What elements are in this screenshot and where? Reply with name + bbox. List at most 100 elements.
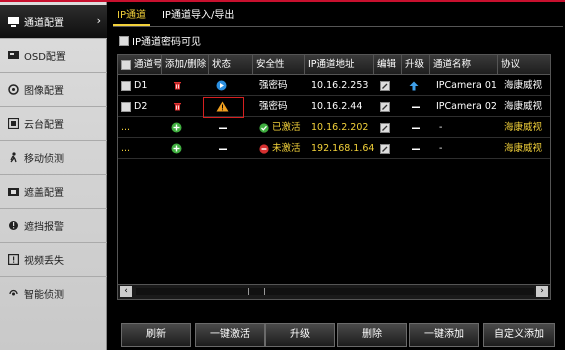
channel-name: IPCamera 02 bbox=[436, 101, 497, 112]
channel-name: - bbox=[439, 143, 443, 154]
header-protocol[interactable]: 协议 bbox=[498, 55, 550, 74]
channel-name: - bbox=[439, 122, 443, 133]
header-ip-address[interactable]: IP通道地址 bbox=[305, 55, 374, 74]
header-upgrade[interactable]: 升级 bbox=[402, 55, 430, 74]
header-add-delete[interactable]: 添加/删除 bbox=[162, 55, 209, 74]
add-icon[interactable] bbox=[171, 122, 182, 133]
dash-icon bbox=[412, 106, 420, 108]
row-checkbox[interactable] bbox=[121, 80, 131, 91]
header-channel[interactable]: 通道号 bbox=[118, 55, 162, 74]
divider bbox=[113, 26, 563, 27]
tamper-icon bbox=[7, 220, 19, 232]
edit-icon[interactable] bbox=[380, 101, 390, 112]
edit-icon[interactable] bbox=[380, 143, 390, 154]
ip-address: 10.16.2.253 bbox=[311, 80, 369, 91]
row-checkbox[interactable] bbox=[121, 101, 131, 112]
play-icon[interactable] bbox=[216, 80, 227, 91]
security-value: 强密码 bbox=[259, 80, 288, 91]
sidebar-item-label: 移动侦测 bbox=[24, 154, 64, 165]
table-row[interactable]: ... 未激活 192.168.1.64 - 海康威视 bbox=[118, 138, 550, 159]
protocol: 海康威视 bbox=[504, 143, 543, 154]
trash-icon[interactable] bbox=[173, 81, 182, 90]
scroll-tick bbox=[264, 288, 265, 295]
security-value: 强密码 bbox=[259, 101, 288, 112]
header-edit[interactable]: 编辑 bbox=[374, 55, 402, 74]
scroll-left-icon[interactable]: ‹ bbox=[120, 286, 132, 297]
osd-icon bbox=[7, 50, 19, 62]
sidebar-item-tamper-alarm[interactable]: 遮挡报警 bbox=[0, 209, 107, 242]
table-row[interactable]: ... 已激活 10.16.2.202 - 海康威视 bbox=[118, 117, 550, 138]
password-visible-label: IP通道密码可见 bbox=[132, 37, 201, 48]
header-channel-name[interactable]: 通道名称 bbox=[430, 55, 498, 74]
sidebar: 通道配置 › OSD配置 图像配置 云台配置 移动侦测 遮盖配置 遮挡报警 视频… bbox=[0, 2, 107, 350]
edit-cell bbox=[377, 96, 401, 117]
sidebar-item-video-loss[interactable]: 视频丢失 bbox=[0, 243, 107, 276]
upgrade-arrow-icon[interactable] bbox=[409, 81, 419, 91]
password-visible-checkbox[interactable] bbox=[119, 35, 129, 46]
sidebar-item-label: OSD配置 bbox=[24, 52, 66, 63]
add-icon[interactable] bbox=[171, 143, 182, 154]
trash-icon[interactable] bbox=[173, 102, 182, 111]
refresh-button[interactable]: 刷新 bbox=[121, 323, 191, 347]
channel-id: D2 bbox=[134, 101, 148, 112]
check-circle-icon bbox=[259, 122, 269, 133]
edit-cell bbox=[377, 138, 401, 159]
upgrade-cell bbox=[408, 96, 430, 117]
edit-icon[interactable] bbox=[380, 122, 390, 133]
table-row[interactable]: D1 强密码 10.16.2.253 IPCamera 01 海康威视 bbox=[118, 75, 550, 96]
image-icon bbox=[7, 84, 19, 96]
security-cell: 已激活 bbox=[256, 117, 308, 138]
tab-ip-channel-import-export[interactable]: IP通道导入/导出 bbox=[158, 8, 238, 26]
horizontal-scrollbar[interactable]: ‹ › bbox=[118, 284, 550, 299]
edit-cell bbox=[377, 75, 401, 96]
add-cell bbox=[168, 117, 208, 138]
sidebar-item-smart-detection[interactable]: 智能侦测 bbox=[0, 277, 107, 310]
security-value: 已激活 bbox=[272, 122, 301, 133]
ip-address: 192.168.1.64 bbox=[311, 143, 374, 154]
one-key-activate-button[interactable]: 一键激活 bbox=[195, 323, 265, 347]
protocol: 海康威视 bbox=[504, 101, 543, 112]
header-label: 通道号 bbox=[134, 59, 162, 70]
sidebar-item-ptz-config[interactable]: 云台配置 bbox=[0, 107, 107, 140]
mask-icon bbox=[7, 186, 19, 198]
channel-id: ... bbox=[121, 122, 131, 133]
sidebar-item-mask-config[interactable]: 遮盖配置 bbox=[0, 175, 107, 208]
protocol: 海康威视 bbox=[504, 122, 543, 133]
channel-cell: D1 bbox=[118, 75, 162, 96]
ptz-icon bbox=[7, 118, 19, 130]
dash-icon bbox=[412, 148, 420, 150]
one-key-add-button[interactable]: 一键添加 bbox=[409, 323, 479, 347]
status-cell bbox=[215, 117, 253, 138]
sidebar-item-label: 智能侦测 bbox=[24, 290, 64, 301]
upgrade-button[interactable]: 升级 bbox=[265, 323, 335, 347]
custom-add-button[interactable]: 自定义添加 bbox=[483, 323, 555, 347]
sidebar-item-image-config[interactable]: 图像配置 bbox=[0, 73, 107, 106]
scroll-tick bbox=[248, 288, 249, 295]
table-header: 通道号 添加/删除 状态 安全性 IP通道地址 编辑 升级 通道名称 协议 bbox=[118, 55, 550, 75]
channel-id: D1 bbox=[134, 80, 148, 91]
not-activated-icon bbox=[259, 143, 269, 154]
select-all-checkbox[interactable] bbox=[121, 59, 131, 70]
sidebar-item-label: 图像配置 bbox=[24, 86, 64, 97]
sidebar-item-osd-config[interactable]: OSD配置 bbox=[0, 39, 107, 72]
upgrade-cell bbox=[408, 117, 430, 138]
table-row[interactable]: D2 强密码 10.16.2.44 IPCamera 02 海康威视 bbox=[118, 96, 550, 117]
password-visible-toggle[interactable]: IP通道密码可见 bbox=[119, 33, 201, 48]
header-security[interactable]: 安全性 bbox=[253, 55, 305, 74]
tab-ip-channel[interactable]: IP通道 bbox=[113, 8, 150, 26]
ip-channel-table: 通道号 添加/删除 状态 安全性 IP通道地址 编辑 升级 通道名称 协议 D1… bbox=[117, 54, 551, 300]
motion-icon bbox=[7, 152, 19, 164]
sidebar-item-motion-detection[interactable]: 移动侦测 bbox=[0, 141, 107, 174]
sidebar-item-label: 云台配置 bbox=[24, 120, 64, 131]
upgrade-cell bbox=[408, 138, 430, 159]
status-cell bbox=[215, 138, 253, 159]
scroll-track[interactable] bbox=[136, 288, 534, 295]
protocol: 海康威视 bbox=[504, 80, 543, 91]
channel-id: ... bbox=[121, 143, 131, 154]
edit-icon[interactable] bbox=[380, 80, 390, 91]
delete-button[interactable]: 删除 bbox=[337, 323, 407, 347]
header-status[interactable]: 状态 bbox=[209, 55, 253, 74]
dash-icon bbox=[219, 148, 227, 150]
sidebar-item-channel-config[interactable]: 通道配置 › bbox=[0, 5, 107, 38]
scroll-right-icon[interactable]: › bbox=[536, 286, 548, 297]
